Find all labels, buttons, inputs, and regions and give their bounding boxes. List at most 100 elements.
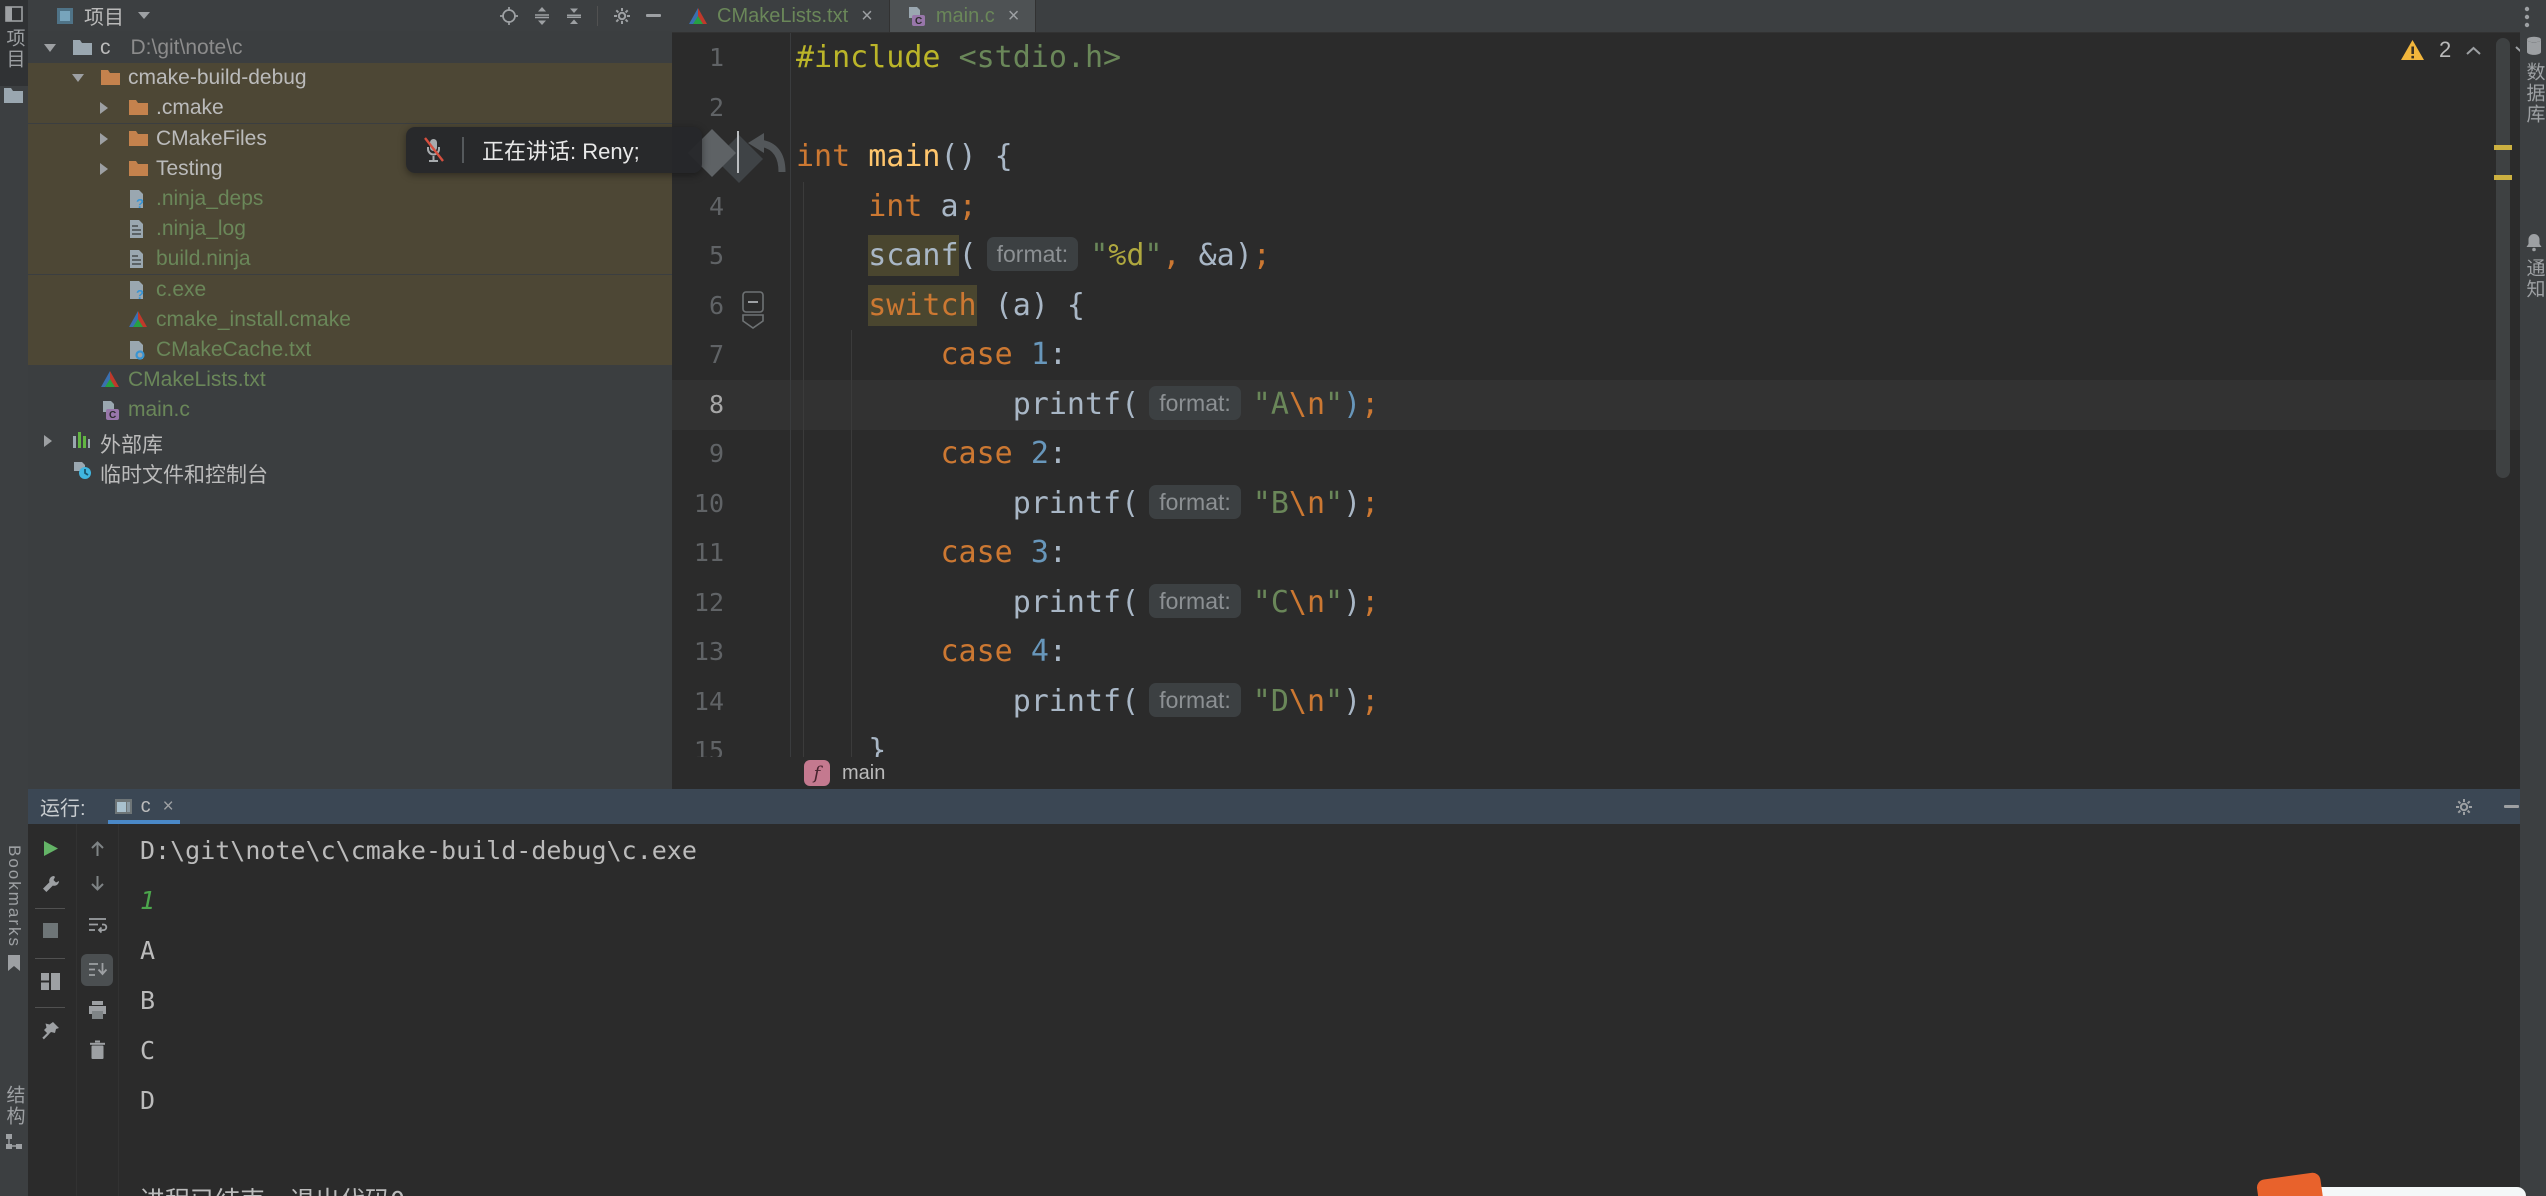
- tree-item-path: D:\git\note\c: [131, 36, 243, 59]
- chevron-right-icon[interactable]: [100, 133, 108, 145]
- editor-tab-CMakeLists-txt[interactable]: CMakeLists.txt×: [672, 0, 890, 32]
- tree-row[interactable]: .cmake: [28, 93, 672, 123]
- code-editor[interactable]: 1#include <stdio.h>23int main() {4 int a…: [672, 33, 2520, 757]
- console-line: C: [140, 1026, 155, 1076]
- code-line: scanf(format:"%d", &a);: [796, 231, 1271, 281]
- toolbar-divider: [35, 1007, 65, 1008]
- more-tool-windows-button[interactable]: [2524, 6, 2530, 28]
- scroll-to-end-button[interactable]: [81, 954, 113, 986]
- tree-row[interactable]: 外部库: [28, 426, 672, 456]
- chevron-right-icon[interactable]: [44, 435, 52, 447]
- speaking-status-text: 正在讲话: Reny;: [482, 134, 640, 166]
- chevron-down-icon[interactable]: [72, 74, 84, 82]
- tree-row[interactable]: cmake-build-debug: [28, 63, 672, 93]
- warning-stripe-mark[interactable]: [2494, 145, 2512, 150]
- sidebar-item-database[interactable]: 数据库: [2523, 36, 2545, 125]
- tree-row[interactable]: ?c.exe: [28, 275, 672, 305]
- code-token: 1: [1031, 337, 1049, 372]
- hide-icon: [646, 13, 662, 18]
- tree-row[interactable]: CMakeLists.txt: [28, 365, 672, 395]
- code-token: \n: [1289, 486, 1325, 521]
- settings-button[interactable]: [2454, 797, 2474, 817]
- line-number: 14: [672, 677, 724, 727]
- console-line: A: [140, 926, 155, 976]
- tree-row[interactable]: cmake_install.cmake: [28, 305, 672, 335]
- folder-icon: [100, 68, 121, 85]
- down-icon: [89, 874, 106, 893]
- run-tab[interactable]: c ×: [108, 789, 180, 824]
- editor-scrollbar[interactable]: [2496, 38, 2510, 478]
- chevron-right-icon[interactable]: [100, 163, 108, 175]
- code-line: int a;: [796, 182, 977, 232]
- expand-all-button[interactable]: [533, 7, 551, 25]
- rerun-button[interactable]: [34, 832, 66, 864]
- tree-item-label: CMakeCache.txt: [156, 338, 311, 362]
- tree-row[interactable]: Cmain.c: [28, 395, 672, 425]
- left-toolbar: 项目 Bookmarks 结构: [0, 0, 28, 1196]
- warning-stripe-mark[interactable]: [2494, 175, 2512, 180]
- hide-button[interactable]: [2504, 804, 2520, 809]
- up-button[interactable]: [81, 832, 113, 864]
- close-icon[interactable]: ×: [163, 796, 174, 818]
- hide-button[interactable]: [646, 13, 662, 18]
- stop-button[interactable]: [34, 914, 66, 946]
- code-token: ): [1343, 387, 1361, 422]
- settings-icon: [2454, 797, 2474, 817]
- line-number: 2: [672, 83, 724, 133]
- code-token: <stdio.h>: [959, 40, 1122, 75]
- soft-wrap-button[interactable]: [81, 909, 113, 941]
- print-button[interactable]: [81, 994, 113, 1026]
- svg-text:?: ?: [136, 196, 144, 209]
- layout-button[interactable]: [34, 965, 66, 997]
- tree-row[interactable]: CMakeCache.txt: [28, 335, 672, 365]
- breadcrumb-function-name[interactable]: main: [842, 762, 885, 785]
- sidebar-item-notifications[interactable]: 通知: [2523, 232, 2545, 300]
- project-panel-title: 项目: [84, 1, 124, 30]
- close-icon[interactable]: ×: [861, 5, 873, 28]
- pin-button[interactable]: [34, 1014, 66, 1046]
- code-line: int main() {: [796, 132, 1013, 182]
- clear-button[interactable]: [81, 1034, 113, 1066]
- tree-item-label: cmake-build-debug: [128, 66, 307, 90]
- folder-root-icon: [72, 38, 93, 55]
- code-token: case: [941, 436, 1013, 471]
- wrench-icon: [40, 874, 61, 895]
- run-console[interactable]: D:\git\note\c\cmake-build-debug\c.exe1AB…: [28, 824, 2520, 1196]
- console-line: D: [140, 1076, 155, 1126]
- c-source-icon: C: [906, 6, 927, 27]
- close-icon[interactable]: ×: [1008, 5, 1020, 28]
- structure-icon: [5, 1133, 23, 1150]
- down-button[interactable]: [81, 867, 113, 899]
- sidebar-item-bookmarks[interactable]: Bookmarks: [0, 845, 28, 972]
- fold-marker[interactable]: [741, 291, 765, 329]
- editor-tab-main-c[interactable]: Cmain.c ×: [890, 0, 1037, 32]
- settings-button[interactable]: [612, 6, 632, 26]
- tree-row[interactable]: 临时文件和控制台: [28, 456, 672, 486]
- settings-icon: [612, 6, 632, 26]
- tree-row[interactable]: ? .ninja_deps: [28, 184, 672, 214]
- locate-button[interactable]: [499, 6, 519, 26]
- chevron-down-icon[interactable]: [138, 12, 150, 19]
- tab-label: main.c: [936, 5, 995, 28]
- project-view-combo-icon[interactable]: [56, 7, 74, 25]
- tree-item-label: .ninja_deps: [156, 187, 263, 211]
- code-token: [796, 486, 1013, 521]
- tree-row[interactable]: build.ninja: [28, 244, 672, 274]
- code-token: \n: [1289, 585, 1325, 620]
- sidebar-item-structure[interactable]: 结构: [0, 1085, 28, 1150]
- prev-warning-icon[interactable]: [2465, 45, 2482, 56]
- tree-row[interactable]: cD:\git\note\c: [28, 33, 672, 63]
- code-token: 4: [1031, 634, 1049, 669]
- locate-icon: [499, 6, 519, 26]
- wrench-button[interactable]: [34, 868, 66, 900]
- code-token: (: [1121, 684, 1139, 719]
- collapse-all-button[interactable]: [565, 7, 583, 25]
- chevron-down-icon[interactable]: [44, 44, 56, 52]
- code-token: [796, 337, 941, 372]
- sidebar-item-folder[interactable]: [3, 86, 24, 103]
- chevron-right-icon[interactable]: [100, 102, 108, 114]
- tree-row[interactable]: .ninja_log: [28, 214, 672, 244]
- up-icon: [89, 839, 106, 858]
- sidebar-item-project[interactable]: 项目: [0, 0, 28, 86]
- code-token: a: [922, 189, 958, 224]
